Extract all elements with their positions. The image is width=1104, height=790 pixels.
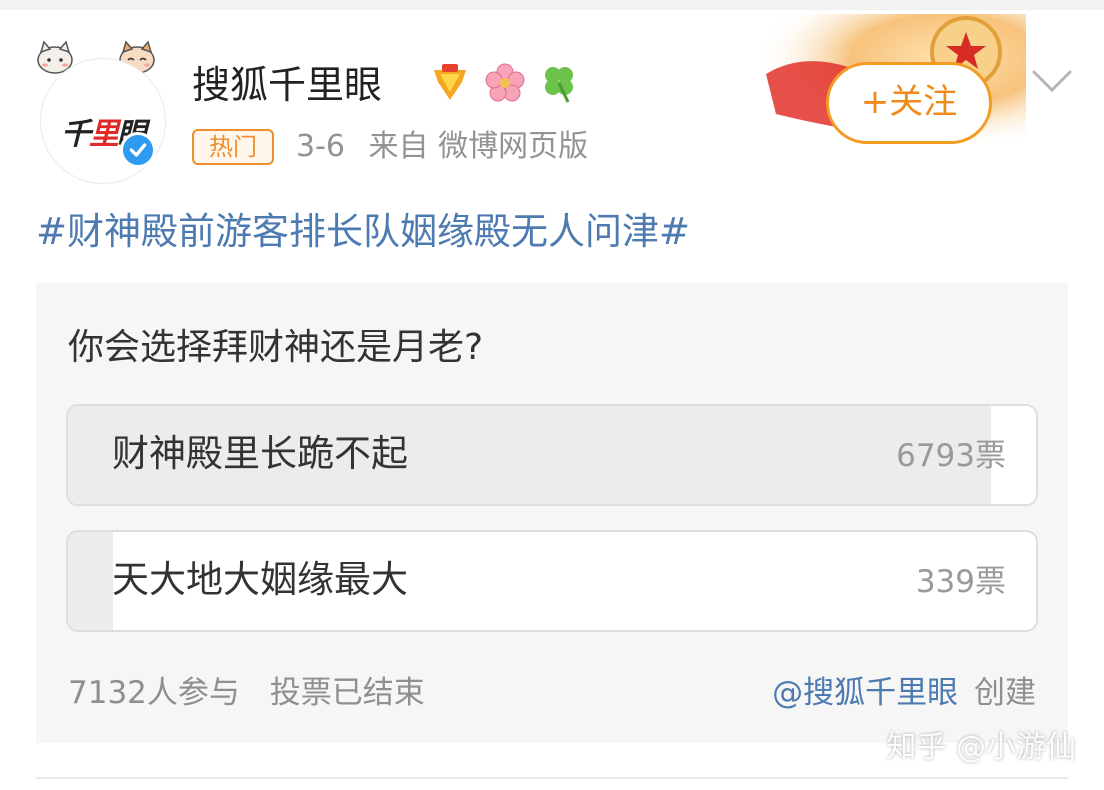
flower-icon xyxy=(485,63,525,102)
poll-option-result-bar xyxy=(68,532,114,630)
author-name[interactable]: 搜狐千里眼 xyxy=(192,60,382,110)
medal-icon xyxy=(434,64,466,100)
poll-summary: 7132人参与 投票已结束 xyxy=(68,671,445,715)
poll-question: 你会选择拜财神还是月老? xyxy=(68,327,484,368)
topic-hashtag-link[interactable]: #财神殿前游客排长队姻缘殿无人问津# xyxy=(36,206,690,258)
poll-option[interactable]: 天大地大姻缘最大 339票 xyxy=(66,530,1038,632)
post-meta: 3-6 来自 微博网页版 xyxy=(296,126,602,168)
poll-option-count: 339票 xyxy=(915,564,1006,600)
chevron-down-icon[interactable] xyxy=(1030,66,1074,96)
poll-status: 投票已结束 xyxy=(269,675,425,711)
avatar[interactable]: 千里眼 xyxy=(36,40,166,184)
poll-card: 你会选择拜财神还是月老? 财神殿里长跪不起 6793票 天大地大姻缘最大 339… xyxy=(36,283,1068,743)
hot-badge: 热门 xyxy=(192,129,274,165)
status-bar-strip xyxy=(0,0,1104,10)
poll-option[interactable]: 财神殿里长跪不起 6793票 xyxy=(66,404,1038,506)
poll-creator: @搜狐千里眼 创建 xyxy=(772,671,1036,715)
poll-option-count: 6793票 xyxy=(896,438,1006,474)
poll-option-label: 财神殿里长跪不起 xyxy=(112,432,408,475)
post-date: 3-6 xyxy=(296,129,345,164)
follow-button[interactable]: +关注 xyxy=(826,62,992,144)
post-source: 来自 微博网页版 xyxy=(368,129,589,164)
poll-participants: 7132人参与 xyxy=(68,675,240,711)
poll-creator-link[interactable]: @搜狐千里眼 xyxy=(772,675,958,711)
clover-icon xyxy=(545,67,573,103)
verified-icon xyxy=(120,132,156,168)
watermark: 知乎 @小游仙 xyxy=(886,730,1076,765)
divider xyxy=(36,777,1068,779)
poll-created-label: 创建 xyxy=(974,675,1036,711)
poll-option-label: 天大地大姻缘最大 xyxy=(112,558,408,601)
